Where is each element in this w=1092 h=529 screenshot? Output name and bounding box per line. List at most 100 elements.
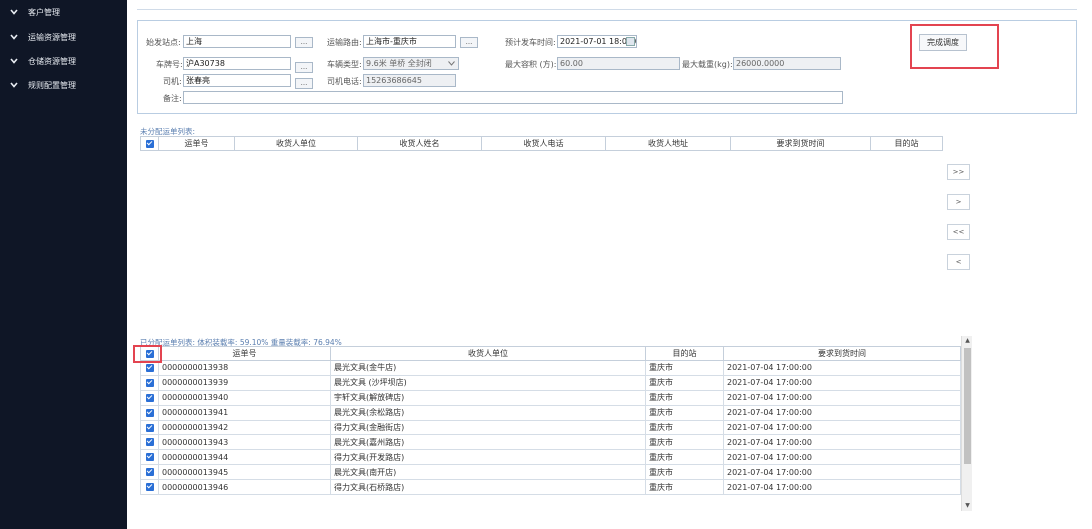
origin-picker-button[interactable]: ... (295, 37, 313, 48)
move-all-right-button[interactable]: >> (947, 164, 970, 180)
table-row[interactable]: 0000000013943 晨光文具(嘉州路店) 重庆市 2021-07-04 17:… (140, 434, 961, 451)
column-header[interactable]: 收货人单位 (234, 136, 358, 151)
column-header[interactable]: 收货人地址 (605, 136, 731, 151)
row-checkbox[interactable] (140, 449, 159, 466)
scroll-thumb[interactable] (964, 348, 971, 464)
move-right-button[interactable]: > (947, 194, 970, 210)
plate-label: 车牌号: (156, 60, 183, 69)
checkbox-checked-icon (145, 408, 154, 417)
scroll-up-icon[interactable]: ▲ (962, 336, 973, 346)
unassigned-table: 运单号 收货人单位 收货人姓名 收货人电话 收货人地址 要求到货时间 目的站 (140, 136, 943, 151)
waybill-number: 0000000013938 (158, 360, 331, 376)
consignee-unit: 晨光文具(嘉州路店) (330, 434, 646, 451)
waybill-number: 0000000013945 (158, 464, 331, 481)
breadcrumb (137, 0, 1077, 10)
checkbox-checked-icon (145, 483, 154, 492)
vehicle-type-select[interactable]: 9.6米 单桥 全封闭 (363, 57, 459, 70)
required-arrival-time: 2021-07-04 17:00:00 (723, 389, 961, 406)
checkbox-checked-icon (145, 378, 154, 387)
column-header[interactable]: 要求到货时间 (723, 346, 961, 361)
driver-field[interactable]: 张春亮 (183, 74, 291, 87)
sidebar-item-rules[interactable]: 规则配置管理 (0, 76, 127, 94)
required-arrival-time: 2021-07-04 17:00:00 (723, 360, 961, 376)
required-arrival-time: 2021-07-04 17:00:00 (723, 479, 961, 496)
column-header[interactable]: 运单号 (158, 346, 331, 361)
row-checkbox[interactable] (140, 464, 159, 481)
highlight-box (910, 24, 999, 69)
table-row[interactable]: 0000000013946 得力文具(石桥路店) 重庆市 2021-07-04 17:… (140, 479, 961, 496)
plate-field[interactable]: 沪A30738 (183, 57, 291, 70)
driver-label: 司机: (163, 77, 182, 86)
chevron-down-icon (10, 82, 24, 88)
row-checkbox[interactable] (140, 419, 159, 436)
row-checkbox[interactable] (140, 479, 159, 496)
column-header[interactable]: 要求到货时间 (730, 136, 871, 151)
table-row[interactable]: 0000000013945 晨光文具(南开店) 重庆市 2021-07-04 17:0… (140, 464, 961, 481)
phone-field: 15263686645 (363, 74, 456, 87)
row-checkbox[interactable] (140, 404, 159, 421)
sidebar-item-warehouse[interactable]: 仓储资源管理 (0, 52, 127, 70)
checkbox-checked-icon (145, 423, 154, 432)
column-header[interactable]: 收货人单位 (330, 346, 646, 361)
required-arrival-time: 2021-07-04 17:00:00 (723, 434, 961, 451)
destination: 重庆市 (645, 404, 724, 421)
move-left-button[interactable]: < (947, 254, 970, 270)
consignee-unit: 得力文具(开发路店) (330, 449, 646, 466)
required-arrival-time: 2021-07-04 17:00:00 (723, 449, 961, 466)
table-row[interactable]: 0000000013942 得力文具(金融街店) 重庆市 2021-07-04 17:… (140, 419, 961, 436)
row-checkbox[interactable] (140, 389, 159, 406)
column-header[interactable]: 收货人姓名 (357, 136, 482, 151)
origin-field[interactable]: 上海 (183, 35, 291, 48)
route-field[interactable]: 上海市-重庆市 (363, 35, 456, 48)
origin-label: 始发站点: (146, 38, 181, 47)
route-label: 运输路由: (327, 38, 362, 47)
destination: 重庆市 (645, 419, 724, 436)
column-header[interactable]: 运单号 (158, 136, 235, 151)
driver-picker-button[interactable]: ... (295, 78, 313, 89)
row-checkbox[interactable] (140, 374, 159, 391)
scrollbar[interactable]: ▲ ▼ (961, 336, 972, 511)
column-header[interactable]: 目的站 (870, 136, 943, 151)
checkbox-checked-icon (145, 393, 154, 402)
table-row[interactable]: 0000000013939 晨光文具 (沙坪坝店) 重庆市 2021-07-04 17… (140, 374, 961, 391)
column-header[interactable]: 收货人电话 (481, 136, 606, 151)
row-checkbox[interactable] (140, 434, 159, 451)
consignee-unit: 得力文具(金融街店) (330, 419, 646, 436)
table-row[interactable]: 0000000013938 晨光文具(金牛店) 重庆市 2021-07-04 17:0… (140, 360, 961, 376)
depart-time-field[interactable]: 2021-07-01 18:00:00 (557, 35, 637, 48)
consignee-unit: 晨光文具(余松路店) (330, 404, 646, 421)
destination: 重庆市 (645, 434, 724, 451)
chevron-down-icon (10, 34, 24, 40)
move-all-left-button[interactable]: << (947, 224, 970, 240)
max-weight-field: 26000.0000 (733, 57, 841, 70)
table-row[interactable]: 0000000013944 得力文具(开发路店) 重庆市 2021-07-04 17:… (140, 449, 961, 466)
consignee-unit: 晨光文具(金牛店) (330, 360, 646, 376)
waybill-number: 0000000013946 (158, 479, 331, 496)
waybill-number: 0000000013943 (158, 434, 331, 451)
table-row[interactable]: 0000000013941 晨光文具(余松路店) 重庆市 2021-07-04 17:… (140, 404, 961, 421)
sidebar-item-customer[interactable]: 客户管理 (0, 3, 127, 21)
waybill-number: 0000000013939 (158, 374, 331, 391)
sidebar-item-label: 客户管理 (28, 7, 60, 17)
destination: 重庆市 (645, 374, 724, 391)
highlight-box (133, 345, 162, 363)
waybill-number: 0000000013941 (158, 404, 331, 421)
select-all-checkbox[interactable] (140, 136, 159, 151)
consignee-unit: 宇轩文具(解放碑店) (330, 389, 646, 406)
max-weight-label: 最大载重(kg): (682, 60, 733, 69)
consignee-unit: 晨光文具 (沙坪坝店) (330, 374, 646, 391)
table-row[interactable]: 0000000013940 宇轩文具(解放碑店) 重庆市 2021-07-04 17:… (140, 389, 961, 406)
destination: 重庆市 (645, 449, 724, 466)
depart-time-label: 预计发车时间: (505, 38, 556, 47)
destination: 重庆市 (645, 464, 724, 481)
route-picker-button[interactable]: ... (460, 37, 478, 48)
column-header[interactable]: 目的站 (645, 346, 724, 361)
remark-field[interactable] (183, 91, 843, 104)
checkbox-checked-icon (145, 468, 154, 477)
max-volume-field: 60.00 (557, 57, 680, 70)
chevron-down-icon (10, 9, 24, 15)
plate-picker-button[interactable]: ... (295, 62, 313, 73)
sidebar-item-transport[interactable]: 运输资源管理 (0, 28, 127, 46)
calendar-icon[interactable] (626, 37, 635, 46)
scroll-down-icon[interactable]: ▼ (962, 501, 973, 511)
